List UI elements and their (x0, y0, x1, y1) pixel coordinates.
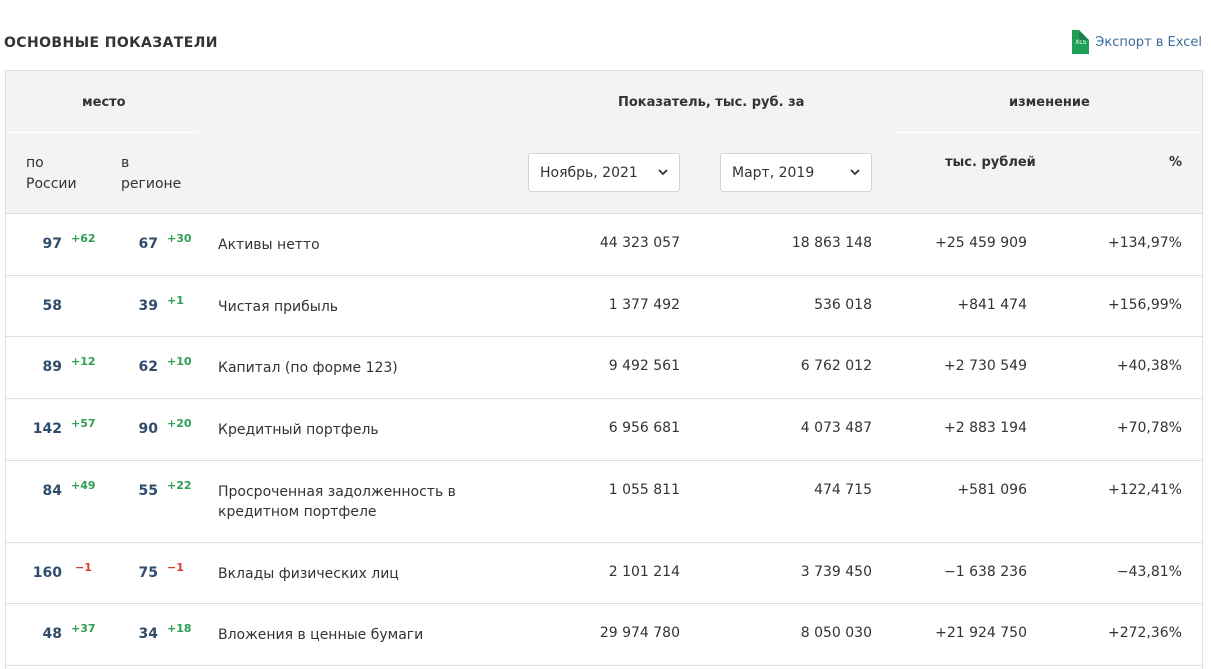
value-current: 1 377 492 (608, 297, 680, 313)
change-abs: +2 730 549 (944, 358, 1027, 374)
value-compare: 8 050 030 (800, 625, 872, 641)
period-compare-value: Март, 2019 (732, 164, 815, 181)
value-current: 6 956 681 (608, 420, 680, 436)
indicator-name: Просроченная задолженность в кредитном п… (218, 484, 456, 520)
header-place: место (82, 95, 126, 110)
change-pct: −43,81% (1116, 564, 1182, 580)
rank-region-delta: +22 (167, 479, 192, 492)
rank-region-delta: +10 (167, 355, 192, 368)
indicators-table: место Показатель, тыс. руб. за изменение… (5, 70, 1203, 669)
change-pct: +272,36% (1107, 625, 1182, 641)
indicator-name: Кредитный портфель (218, 422, 379, 438)
page-title: ОСНОВНЫЕ ПОКАЗАТЕЛИ (4, 35, 218, 51)
change-abs: +21 924 750 (935, 625, 1027, 641)
rank-russia-delta: +12 (71, 355, 96, 368)
value-current: 2 101 214 (608, 564, 680, 580)
value-compare: 3 739 450 (800, 564, 872, 580)
rank-russia-delta: −1 (75, 561, 92, 574)
period-current-value: Ноябрь, 2021 (540, 164, 638, 181)
change-pct: +40,38% (1116, 358, 1182, 374)
value-compare: 4 073 487 (800, 420, 872, 436)
rank-russia-delta: +49 (71, 479, 96, 492)
value-compare: 18 863 148 (791, 235, 872, 251)
change-abs: +581 096 (957, 482, 1027, 498)
header-change-abs: тыс. рублей (945, 155, 1036, 170)
indicator-name: Чистая прибыль (218, 299, 339, 315)
change-abs: −1 638 236 (944, 564, 1027, 580)
rank-russia: 58 (42, 298, 62, 314)
indicator-name: Капитал (по форме 123) (218, 360, 398, 376)
header-by-russia: по России (26, 155, 77, 192)
rank-russia: 142 (32, 421, 62, 437)
table-row: 84 +49 55 +22 Просроченная задолженность… (6, 461, 1202, 543)
rank-russia: 160 (32, 565, 62, 581)
header-indicator: Показатель, тыс. руб. за (618, 95, 805, 110)
table-header: место Показатель, тыс. руб. за изменение… (6, 71, 1202, 214)
change-pct: +156,99% (1107, 297, 1182, 313)
period-current-select[interactable]: Ноябрь, 2021 (528, 153, 680, 192)
change-abs: +841 474 (957, 297, 1027, 313)
header-divider (892, 132, 1202, 133)
table-row: 58 39 +1 Чистая прибыль 1 377 492 536 01… (6, 276, 1202, 337)
rank-region-delta: +1 (167, 294, 184, 307)
header-change: изменение (1009, 95, 1090, 110)
rank-region: 67 (138, 236, 158, 252)
indicator-name: Вклады физических лиц (218, 566, 399, 582)
chevron-down-icon (850, 169, 860, 176)
rank-russia: 48 (42, 626, 62, 642)
table-row: 97 +62 67 +30 Активы нетто 44 323 057 18… (6, 214, 1202, 276)
rank-region-delta: +30 (167, 232, 192, 245)
value-current: 9 492 561 (608, 358, 680, 374)
rank-russia-delta: +57 (71, 417, 96, 430)
rank-region: 62 (138, 359, 158, 375)
export-excel-label: Экспорт в Excel (1095, 34, 1202, 50)
change-abs: +2 883 194 (944, 420, 1027, 436)
rank-region: 90 (138, 421, 158, 437)
period-compare-select[interactable]: Март, 2019 (720, 153, 872, 192)
change-pct: +134,97% (1107, 235, 1182, 251)
value-compare: 536 018 (814, 297, 872, 313)
header-change-pct: % (1168, 155, 1182, 170)
rank-russia-delta: +62 (71, 232, 96, 245)
xls-badge-text: XLS (1075, 38, 1087, 46)
change-pct: +122,41% (1107, 482, 1182, 498)
rank-region-delta: +20 (167, 417, 192, 430)
header-divider (6, 132, 199, 133)
rank-region-delta: +18 (167, 622, 192, 635)
rank-russia: 97 (42, 236, 62, 252)
rank-region-delta: −1 (167, 561, 184, 574)
rank-region: 34 (138, 626, 158, 642)
change-abs: +25 459 909 (935, 235, 1027, 251)
change-pct: +70,78% (1116, 420, 1182, 436)
rank-russia-delta: +37 (71, 622, 96, 635)
export-excel-link[interactable]: XLS Экспорт в Excel (1072, 30, 1202, 54)
rank-russia: 89 (42, 359, 62, 375)
value-current: 29 974 780 (599, 625, 680, 641)
xls-file-icon: XLS (1072, 30, 1090, 54)
value-compare: 474 715 (814, 482, 872, 498)
table-row: 142 +57 90 +20 Кредитный портфель 6 956 … (6, 399, 1202, 461)
chevron-down-icon (658, 169, 668, 176)
header-in-region: в регионе (121, 155, 182, 192)
indicator-name: Вложения в ценные бумаги (218, 627, 424, 643)
value-current: 44 323 057 (599, 235, 680, 251)
table-row: 48 +37 34 +18 Вложения в ценные бумаги 2… (6, 604, 1202, 666)
table-row: 160 −1 75 −1 Вклады физических лиц 2 101… (6, 543, 1202, 604)
indicator-name: Активы нетто (218, 237, 320, 253)
value-compare: 6 762 012 (800, 358, 872, 374)
rank-russia: 84 (42, 483, 62, 499)
rank-region: 39 (138, 298, 158, 314)
table-row: 89 +12 62 +10 Капитал (по форме 123) 9 4… (6, 337, 1202, 399)
value-current: 1 055 811 (608, 482, 680, 498)
rank-region: 75 (138, 565, 158, 581)
rank-region: 55 (138, 483, 158, 499)
